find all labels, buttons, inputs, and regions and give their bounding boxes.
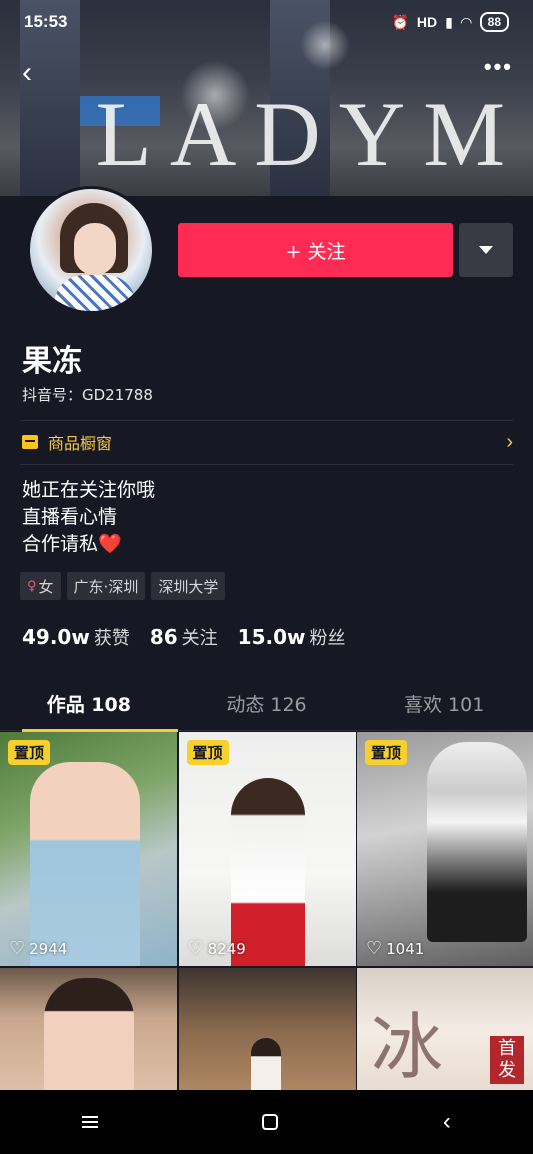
tab-moments[interactable]: 动态 126 bbox=[178, 685, 356, 730]
shopping-bag-icon bbox=[22, 435, 38, 449]
video-thumbnail bbox=[230, 778, 305, 966]
video-likes: ♡ 8249 bbox=[187, 938, 246, 959]
battery-indicator: 88 bbox=[479, 12, 509, 32]
avatar-face bbox=[74, 223, 116, 275]
chevron-right-icon: › bbox=[506, 430, 513, 453]
heart-outline-icon: ♡ bbox=[9, 938, 26, 959]
following-stat[interactable]: 86 关注 bbox=[150, 624, 218, 650]
gender-label: 女 bbox=[38, 577, 54, 596]
heart-icon: ❤️ bbox=[98, 533, 122, 555]
pinned-badge: 置顶 bbox=[365, 740, 408, 765]
wifi-icon: ◠ bbox=[460, 13, 472, 30]
douyin-id: 抖音号：GD21788 bbox=[22, 386, 153, 404]
content-tabs: 作品 108 动态 126 喜欢 101 bbox=[0, 685, 533, 732]
video-likes-count: 8249 bbox=[207, 940, 246, 958]
location-tag[interactable]: 广东·深圳 bbox=[66, 572, 146, 600]
bio-line: 直播看心情 bbox=[22, 506, 118, 528]
bio: 她正在关注你哦 直播看心情 合作请私❤️ bbox=[22, 477, 155, 558]
home-icon[interactable] bbox=[262, 1114, 279, 1130]
likes-label: 获赞 bbox=[93, 628, 130, 649]
gender-tag: ♀ 女 bbox=[20, 572, 61, 600]
video-tile[interactable]: 冰 首发 bbox=[357, 968, 533, 1092]
followers-stat[interactable]: 15.0w 粉丝 bbox=[238, 624, 346, 650]
profile-tags: ♀ 女 广东·深圳 深圳大学 bbox=[20, 572, 226, 600]
divider bbox=[20, 464, 513, 465]
network-label: HD bbox=[416, 14, 438, 30]
more-dots-icon[interactable]: ••• bbox=[484, 54, 513, 80]
menu-icon[interactable] bbox=[82, 1116, 99, 1128]
video-grid: 置顶 ♡ 2944 置顶 ♡ 8249 置顶 ♡ 1041 冰 首发 bbox=[0, 732, 533, 1092]
video-tile[interactable]: 置顶 ♡ 1041 bbox=[357, 732, 533, 966]
watermark-char: 冰 bbox=[371, 1005, 444, 1089]
following-label: 关注 bbox=[181, 628, 218, 649]
profile-stats: 49.0w 获赞 86 关注 15.0w 粉丝 bbox=[22, 624, 346, 650]
video-likes: ♡ 2944 bbox=[9, 938, 68, 959]
shop-window-row[interactable]: 商品橱窗 › bbox=[22, 426, 513, 458]
video-tile[interactable]: 置顶 ♡ 8249 bbox=[178, 732, 356, 966]
bio-line: 合作请私❤️ bbox=[22, 531, 155, 558]
watermark-stamp: 首发 bbox=[490, 1036, 524, 1084]
followers-count: 15.0w bbox=[237, 625, 306, 649]
divider bbox=[20, 420, 513, 421]
video-thumbnail bbox=[250, 1038, 281, 1092]
avatar-dress bbox=[54, 275, 136, 311]
shop-window-label: 商品橱窗 bbox=[48, 434, 113, 453]
bio-line: 她正在关注你哦 bbox=[22, 479, 156, 501]
likes-stat[interactable]: 49.0w 获赞 bbox=[22, 624, 130, 650]
female-icon: ♀ bbox=[27, 578, 37, 594]
follow-button[interactable]: + 关注 bbox=[178, 223, 453, 277]
chevron-left-icon[interactable]: ‹ bbox=[22, 58, 32, 88]
video-tile[interactable]: 置顶 ♡ 2944 bbox=[0, 732, 177, 966]
avatar[interactable] bbox=[27, 186, 155, 314]
video-thumbnail bbox=[44, 978, 134, 1092]
triangle-down-icon bbox=[479, 246, 493, 254]
nickname: 果冻 bbox=[22, 344, 82, 379]
recommend-dropdown-button[interactable] bbox=[459, 223, 513, 277]
likes-count: 49.0w bbox=[22, 625, 90, 649]
heart-outline-icon: ♡ bbox=[366, 938, 383, 959]
video-likes-count: 2944 bbox=[29, 940, 68, 958]
video-thumbnail bbox=[427, 742, 527, 942]
signal-icon: ▮ bbox=[445, 13, 453, 30]
pinned-badge: 置顶 bbox=[8, 740, 51, 765]
tab-works[interactable]: 作品 108 bbox=[0, 685, 178, 732]
top-nav: ‹ ••• bbox=[0, 52, 533, 92]
bio-line-text: 合作请私 bbox=[22, 533, 99, 555]
school-tag[interactable]: 深圳大学 bbox=[151, 572, 226, 600]
pinned-badge: 置顶 bbox=[186, 740, 229, 765]
back-icon[interactable]: ‹ bbox=[443, 1110, 451, 1134]
tab-liked[interactable]: 喜欢 101 bbox=[355, 685, 533, 730]
status-bar: 15:53 ⏰ HD ▮ ◠ 88 bbox=[0, 0, 533, 44]
video-tile[interactable] bbox=[0, 968, 177, 1092]
alarm-icon: ⏰ bbox=[391, 13, 409, 30]
heart-outline-icon: ♡ bbox=[187, 938, 204, 959]
status-icons: ⏰ HD ▮ ◠ 88 bbox=[391, 12, 509, 32]
video-tile[interactable] bbox=[178, 968, 356, 1092]
video-thumbnail bbox=[30, 762, 140, 966]
system-nav-bar: ‹ bbox=[0, 1090, 533, 1154]
video-likes-count: 1041 bbox=[386, 940, 425, 958]
followers-label: 粉丝 bbox=[309, 628, 346, 649]
status-time: 15:53 bbox=[24, 12, 68, 31]
video-likes: ♡ 1041 bbox=[366, 938, 425, 959]
following-count: 86 bbox=[149, 625, 178, 649]
cover-text: LADYM bbox=[95, 83, 523, 185]
